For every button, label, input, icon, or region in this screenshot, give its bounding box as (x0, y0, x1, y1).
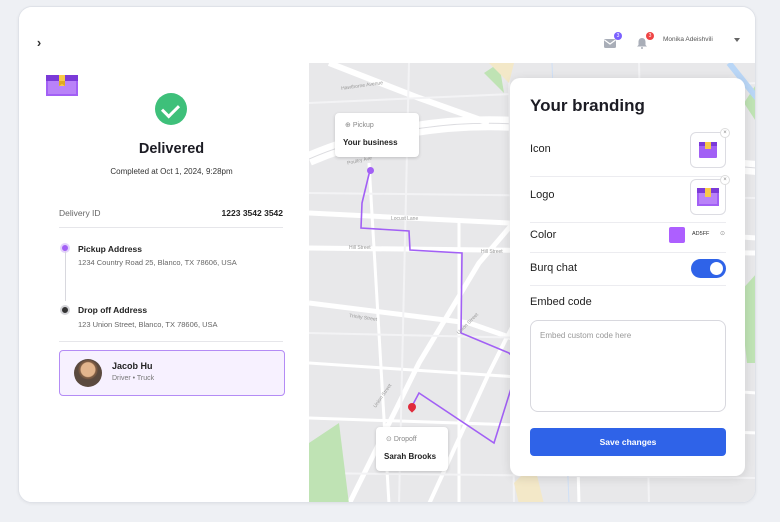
dropoff-address: 123 Union Street, Blanco, TX 78606, USA (78, 320, 218, 329)
divider (59, 341, 283, 342)
bell-icon[interactable]: 3 (635, 32, 654, 49)
delivery-id-row: Delivery ID 1223 3542 3542 (59, 208, 283, 218)
chevron-down-icon[interactable] (734, 38, 740, 42)
app-window: › 3 3 Monika Adeishvili Delivered Comple… (18, 6, 756, 503)
burq-chat-label: Burq chat (530, 262, 578, 274)
divider (530, 222, 726, 223)
mail-badge: 3 (614, 32, 622, 40)
driver-card[interactable]: Jacob Hu Driver • Truck (59, 350, 285, 396)
color-hex[interactable]: AD5FF (692, 231, 709, 237)
delivered-check-icon (155, 93, 187, 125)
embed-code-input[interactable]: Embed custom code here (530, 320, 726, 412)
pickup-callout: ⊕ Pickup Your business (335, 113, 419, 157)
remove-logo-button[interactable]: × (720, 175, 730, 185)
divider (530, 285, 726, 286)
dropoff-callout: ⊙ Dropoff Sarah Brooks (376, 427, 448, 471)
package-icon (699, 142, 717, 158)
route-connector (65, 251, 66, 301)
branding-panel: Your branding Icon × Logo × Color AD5FF … (510, 78, 745, 476)
divider (530, 176, 726, 177)
divider (59, 227, 283, 228)
user-name[interactable]: Monika Adeishvili (663, 36, 713, 43)
mail-icon[interactable]: 3 (603, 32, 622, 48)
package-logo-icon (46, 72, 78, 96)
embed-placeholder: Embed custom code here (540, 331, 632, 340)
logo-upload[interactable]: × (690, 175, 730, 215)
delivery-id-label: Delivery ID (59, 208, 101, 218)
color-label: Color (530, 229, 557, 241)
delivery-status: Delivered (138, 141, 205, 157)
street-label-hill: Hill Street (349, 245, 371, 251)
dropoff-check-icon (60, 305, 70, 315)
street-label-hill-2: Hill Street (481, 249, 503, 255)
embed-code-label: Embed code (530, 296, 592, 308)
expand-sidebar-icon[interactable]: › (31, 35, 47, 51)
notification-badge: 3 (646, 32, 654, 40)
delivery-panel: Delivered Completed at Oct 1, 2024, 9:28… (19, 63, 309, 502)
divider (530, 252, 726, 253)
pickup-name: Your business (343, 138, 398, 147)
top-bar: › 3 3 Monika Adeishvili (19, 7, 755, 63)
dropoff-title: Drop off Address (78, 305, 148, 315)
color-swatch[interactable] (669, 227, 685, 243)
save-changes-button[interactable]: Save changes (530, 428, 726, 456)
icon-upload[interactable]: × (690, 128, 730, 168)
pickup-title: Pickup Address (78, 244, 142, 254)
pickup-pin-icon[interactable] (367, 167, 374, 174)
driver-avatar (74, 359, 102, 387)
remove-icon-button[interactable]: × (720, 128, 730, 138)
burq-chat-toggle[interactable] (691, 259, 726, 278)
driver-name: Jacob Hu (112, 361, 153, 371)
package-logo-icon (697, 188, 719, 206)
driver-vehicle: Driver • Truck (112, 375, 155, 382)
pickup-address: 1234 Country Road 25, Blanco, TX 78606, … (78, 258, 237, 267)
pickup-tag: ⊕ Pickup (345, 122, 374, 129)
delivery-id-value: 1223 3542 3542 (221, 208, 283, 218)
icon-label: Icon (530, 143, 551, 155)
dropoff-tag: ⊙ Dropoff (386, 436, 417, 443)
street-label-locust: Locust Lane (391, 216, 419, 222)
logo-label: Logo (530, 189, 555, 201)
copy-icon[interactable]: ⊙ (720, 230, 725, 237)
dropoff-name: Sarah Brooks (384, 452, 437, 461)
completed-time: Completed at Oct 1, 2024, 9:28pm (110, 167, 233, 176)
branding-title: Your branding (530, 96, 645, 115)
